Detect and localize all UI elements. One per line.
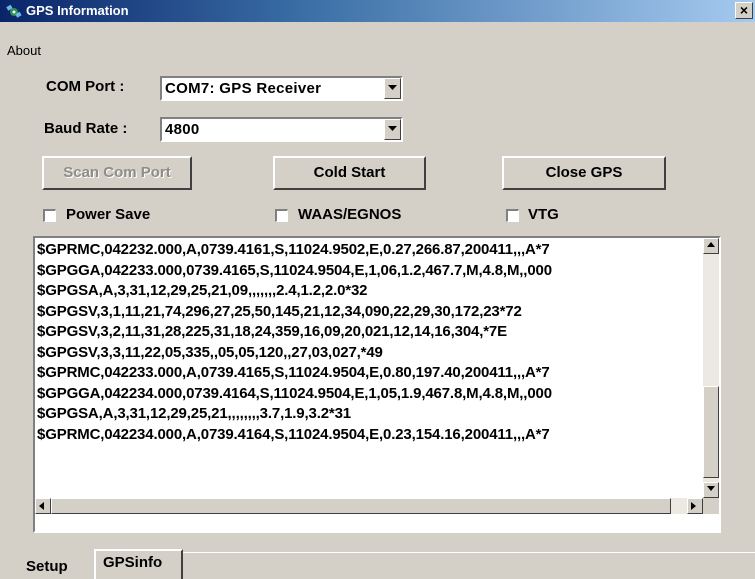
satellite-icon (6, 4, 22, 18)
tab-setup[interactable]: Setup (0, 552, 94, 579)
log-line: $GPRMC,042232.000,A,0739.4161,S,11024.95… (37, 241, 550, 258)
power-save-label: Power Save (66, 206, 151, 223)
baud-rate-select[interactable]: 4800 (160, 117, 403, 142)
waas-egnos-checkbox[interactable] (275, 209, 288, 222)
window-title: GPS Information (26, 3, 129, 18)
log-line: $GPGSV,3,1,11,21,74,296,27,25,50,145,21,… (37, 302, 522, 320)
log-line: $GPGSA,A,3,31,12,29,25,21,,,,,,,,3.7,1.9… (37, 405, 351, 422)
horizontal-scroll-thumb[interactable] (51, 498, 671, 514)
vertical-scroll-thumb[interactable] (703, 386, 719, 478)
tab-setup-label: Setup (26, 558, 68, 575)
vtg-checkbox[interactable] (506, 209, 519, 222)
dropdown-arrow-icon[interactable] (384, 119, 401, 140)
menu-about[interactable]: About (7, 43, 41, 58)
nmea-log-lines: $GPRMC,042232.000,A,0739.4161,S,11024.95… (37, 240, 705, 500)
scroll-right-icon[interactable] (687, 498, 703, 514)
com-port-value: COM7: GPS Receiver (165, 80, 322, 97)
baud-rate-label: Baud Rate : (44, 120, 128, 137)
log-line: $GPGGA,042234.000,0739.4164,S,11024.9504… (37, 384, 552, 402)
power-save-checkbox[interactable] (43, 209, 56, 222)
dropdown-arrow-icon[interactable] (384, 78, 401, 99)
log-line: $GPGGA,042233.000,0739.4165,S,11024.9504… (37, 261, 552, 279)
log-line: $GPGSV,3,3,11,22,05,335,,05,05,120,,27,0… (37, 343, 383, 361)
com-port-label: COM Port : (46, 78, 125, 95)
nmea-log-textarea[interactable]: $GPRMC,042232.000,A,0739.4161,S,11024.95… (33, 236, 721, 533)
cold-start-button[interactable]: Cold Start (273, 156, 426, 190)
tab-gpsinfo-label: GPSinfo (103, 554, 163, 571)
close-gps-button[interactable]: Close GPS (502, 156, 666, 190)
log-line: $GPGSV,3,2,11,31,28,225,31,18,24,359,16,… (37, 323, 507, 340)
com-port-select[interactable]: COM7: GPS Receiver (160, 76, 403, 101)
waas-egnos-label: WAAS/EGNOS (298, 206, 402, 223)
baud-rate-value: 4800 (165, 121, 200, 138)
scroll-down-icon[interactable] (703, 482, 719, 498)
close-button[interactable]: × (735, 2, 753, 19)
size-grip (703, 498, 719, 514)
log-line: $GPRMC,042233.000,A,0739.4165,S,11024.95… (37, 364, 550, 381)
tab-gpsinfo[interactable]: GPSinfo (94, 549, 183, 579)
scan-com-port-button[interactable]: Scan Com Port (42, 156, 192, 190)
vtg-label: VTG (528, 206, 559, 223)
scroll-up-icon[interactable] (703, 238, 719, 254)
log-line: $GPRMC,042234.000,A,0739.4164,S,11024.95… (37, 425, 550, 443)
log-line: $GPGSA,A,3,31,12,29,25,21,09,,,,,,,2.4,1… (37, 282, 368, 299)
scroll-left-icon[interactable] (35, 498, 51, 514)
